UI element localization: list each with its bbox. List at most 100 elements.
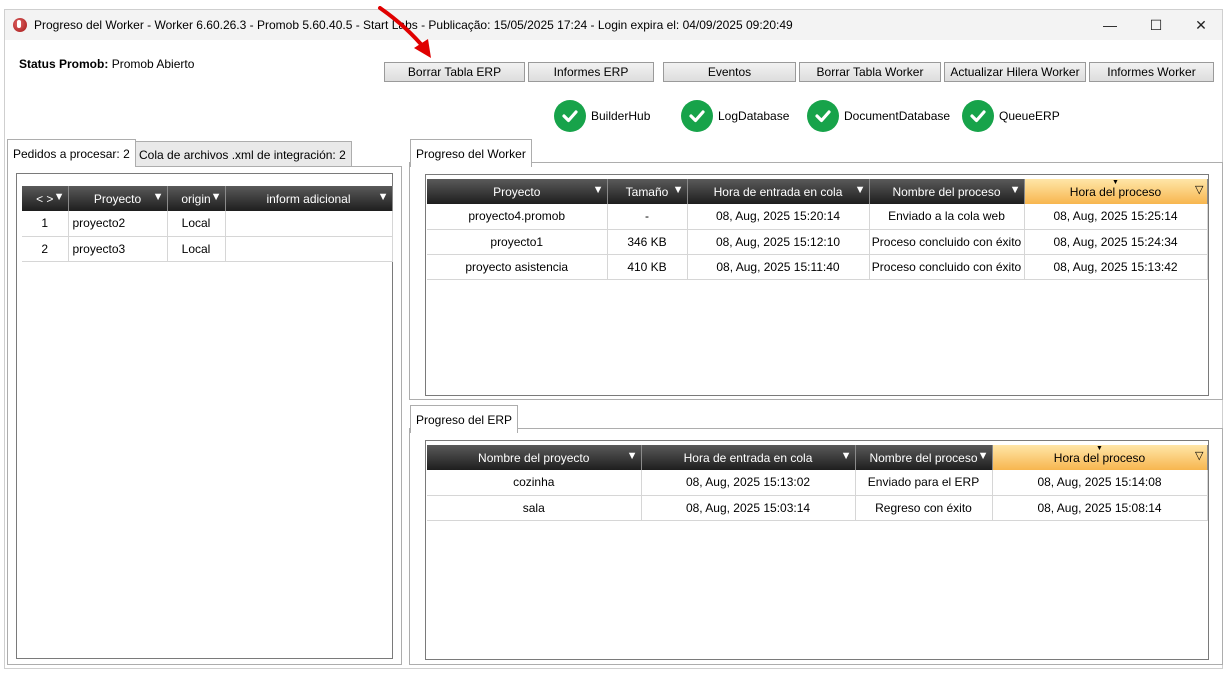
cell-nombre-proceso: Enviado para el ERP bbox=[855, 470, 993, 496]
table-row[interactable]: 1 proyecto2 Local bbox=[22, 211, 393, 237]
cell-inform-adicional bbox=[225, 236, 393, 262]
filter-icon[interactable]: ▼ bbox=[153, 191, 164, 203]
filter-icon[interactable]: ▼ bbox=[1010, 184, 1021, 196]
pedidos-table: < > ▼ Proyecto ▼ origin ▼ inform adicional ▼… bbox=[22, 186, 393, 262]
eventos-button[interactable]: Eventos bbox=[663, 62, 796, 82]
check-circle-icon bbox=[962, 100, 994, 132]
table-row[interactable]: 2 proyecto3 Local bbox=[22, 236, 393, 262]
cell-hora-proceso: 08, Aug, 2025 15:13:42 bbox=[1024, 254, 1208, 280]
tab-progreso-worker[interactable]: Progreso del Worker bbox=[410, 139, 532, 167]
cell-proyecto: proyecto asistencia bbox=[427, 254, 608, 280]
pedidos-panel: < > ▼ Proyecto ▼ origin ▼ inform adicional ▼… bbox=[7, 166, 402, 665]
filter-icon[interactable]: ▽ bbox=[1195, 184, 1203, 196]
cell-hora-entrada: 08, Aug, 2025 15:11:40 bbox=[687, 254, 870, 280]
column-header-hora-proceso[interactable]: ▼ Hora del proceso ▽ bbox=[992, 445, 1208, 470]
column-header-proyecto[interactable]: Proyecto ▼ bbox=[68, 186, 168, 211]
maximize-button[interactable]: ☐ bbox=[1133, 10, 1179, 40]
tab-progreso-erp[interactable]: Progreso del ERP bbox=[410, 405, 519, 433]
header-label: Hora de entrada en cola bbox=[683, 450, 813, 465]
sort-descending-icon: ▼ bbox=[1112, 179, 1119, 186]
header-label: < > bbox=[36, 191, 54, 206]
header-label: Nombre del proceso bbox=[892, 184, 1001, 199]
filter-icon[interactable]: ▼ bbox=[627, 450, 638, 462]
minimize-button[interactable]: — bbox=[1087, 10, 1133, 40]
filter-icon[interactable]: ▼ bbox=[855, 184, 866, 196]
cell-origin: Local bbox=[167, 211, 226, 237]
cell-hora-proceso: 08, Aug, 2025 15:24:34 bbox=[1024, 229, 1208, 255]
cell-origin: Local bbox=[167, 236, 226, 262]
cell-hora-entrada: 08, Aug, 2025 15:03:14 bbox=[641, 495, 856, 521]
erp-table: Nombre del proyecto ▼ Hora de entrada en … bbox=[427, 445, 1208, 521]
connection-label: LogDatabase bbox=[718, 109, 790, 123]
column-header-nombre-proyecto[interactable]: Nombre del proyecto ▼ bbox=[427, 445, 642, 470]
cell-nombre-proyecto: cozinha bbox=[427, 470, 642, 496]
column-header-origin[interactable]: origin ▼ bbox=[167, 186, 226, 211]
filter-icon[interactable]: ▼ bbox=[378, 191, 389, 203]
tab-cola-xml[interactable]: Cola de archivos .xml de integración: 2 bbox=[133, 141, 352, 167]
column-header-nombre-proceso[interactable]: Nombre del proceso ▼ bbox=[855, 445, 993, 470]
filter-icon[interactable]: ▼ bbox=[673, 184, 684, 196]
table-row[interactable]: proyecto4.promob - 08, Aug, 2025 15:20:1… bbox=[427, 204, 1208, 230]
cell-proyecto: proyecto3 bbox=[68, 236, 168, 262]
filter-icon[interactable]: ▼ bbox=[841, 450, 852, 462]
header-label: Nombre del proceso bbox=[869, 450, 978, 465]
column-header-hora-entrada[interactable]: Hora de entrada en cola ▼ bbox=[641, 445, 856, 470]
close-button[interactable]: ✕ bbox=[1178, 10, 1224, 40]
cell-hora-proceso: 08, Aug, 2025 15:14:08 bbox=[992, 470, 1208, 496]
cell-proyecto: proyecto2 bbox=[68, 211, 168, 237]
cell-proyecto: proyecto1 bbox=[427, 229, 608, 255]
worker-table: Proyecto ▼ Tamaño ▼ Hora de entrada en col… bbox=[427, 179, 1208, 280]
cell-proyecto: proyecto4.promob bbox=[427, 204, 608, 230]
annotation-arrow-icon bbox=[378, 6, 431, 58]
filter-icon[interactable]: ▽ bbox=[1195, 450, 1203, 462]
informes-worker-button[interactable]: Informes Worker bbox=[1089, 62, 1214, 82]
cell-nombre-proceso: Regreso con éxito bbox=[855, 495, 993, 521]
header-label: Proyecto bbox=[93, 191, 142, 206]
borrar-tabla-worker-button[interactable]: Borrar Tabla Worker bbox=[799, 62, 941, 82]
column-header-hora-proceso[interactable]: ▼ Hora del proceso ▽ bbox=[1024, 179, 1208, 204]
table-row[interactable]: sala 08, Aug, 2025 15:03:14 Regreso con … bbox=[427, 495, 1208, 521]
worker-panel: Proyecto ▼ Tamaño ▼ Hora de entrada en col… bbox=[409, 162, 1223, 400]
filter-icon[interactable]: ▼ bbox=[978, 450, 989, 462]
column-header-index[interactable]: < > ▼ bbox=[22, 186, 69, 211]
column-header-hora-entrada[interactable]: Hora de entrada en cola ▼ bbox=[687, 179, 870, 204]
informes-erp-button[interactable]: Informes ERP bbox=[528, 62, 654, 82]
cell-tamano: - bbox=[607, 204, 688, 230]
connection-label: DocumentDatabase bbox=[844, 109, 951, 123]
tab-pedidos[interactable]: Pedidos a procesar: 2 bbox=[7, 139, 136, 167]
worker-grid: Proyecto ▼ Tamaño ▼ Hora de entrada en col… bbox=[425, 174, 1209, 396]
header-label: Hora del proceso bbox=[1069, 184, 1162, 199]
column-header-inform-adicional[interactable]: inform adicional ▼ bbox=[225, 186, 393, 211]
cell-index: 1 bbox=[22, 211, 69, 237]
column-header-nombre-proceso[interactable]: Nombre del proceso ▼ bbox=[869, 179, 1025, 204]
cell-hora-proceso: 08, Aug, 2025 15:08:14 bbox=[992, 495, 1208, 521]
cell-nombre-proceso: Proceso concluido con éxito bbox=[869, 254, 1025, 280]
app-window: Progreso del Worker - Worker 6.60.26.3 -… bbox=[4, 9, 1223, 669]
header-label: origin bbox=[181, 191, 211, 206]
title-bar: Progreso del Worker - Worker 6.60.26.3 -… bbox=[5, 10, 1222, 40]
cell-index: 2 bbox=[22, 236, 69, 262]
check-circle-icon bbox=[554, 100, 586, 132]
status-value: Promob Abierto bbox=[111, 57, 195, 71]
filter-icon[interactable]: ▼ bbox=[593, 184, 604, 196]
connection-label: BuilderHub bbox=[591, 109, 651, 123]
cell-tamano: 410 KB bbox=[607, 254, 688, 280]
table-row[interactable]: proyecto asistencia 410 KB 08, Aug, 2025… bbox=[427, 254, 1208, 280]
erp-panel: Nombre del proyecto ▼ Hora de entrada en … bbox=[409, 428, 1223, 665]
header-label: Tamaño bbox=[625, 184, 669, 199]
header-label: Nombre del proyecto bbox=[478, 450, 590, 465]
cell-hora-entrada: 08, Aug, 2025 15:12:10 bbox=[687, 229, 870, 255]
sort-descending-icon: ▼ bbox=[1096, 445, 1103, 452]
check-circle-icon bbox=[681, 100, 713, 132]
table-row[interactable]: proyecto1 346 KB 08, Aug, 2025 15:12:10 … bbox=[427, 229, 1208, 255]
pedidos-grid: < > ▼ Proyecto ▼ origin ▼ inform adicional ▼… bbox=[16, 173, 393, 659]
filter-icon[interactable]: ▼ bbox=[54, 191, 65, 203]
status-promob: Status Promob: Promob Abierto bbox=[19, 57, 194, 71]
cell-hora-entrada: 08, Aug, 2025 15:13:02 bbox=[641, 470, 856, 496]
column-header-tamano[interactable]: Tamaño ▼ bbox=[607, 179, 688, 204]
table-row[interactable]: cozinha 08, Aug, 2025 15:13:02 Enviado p… bbox=[427, 470, 1208, 496]
column-header-proyecto[interactable]: Proyecto ▼ bbox=[427, 179, 608, 204]
filter-icon[interactable]: ▼ bbox=[211, 191, 222, 203]
actualizar-hilera-worker-button[interactable]: Actualizar Hilera Worker bbox=[944, 62, 1086, 82]
connection-queueerp: QueueERP bbox=[962, 99, 1060, 133]
